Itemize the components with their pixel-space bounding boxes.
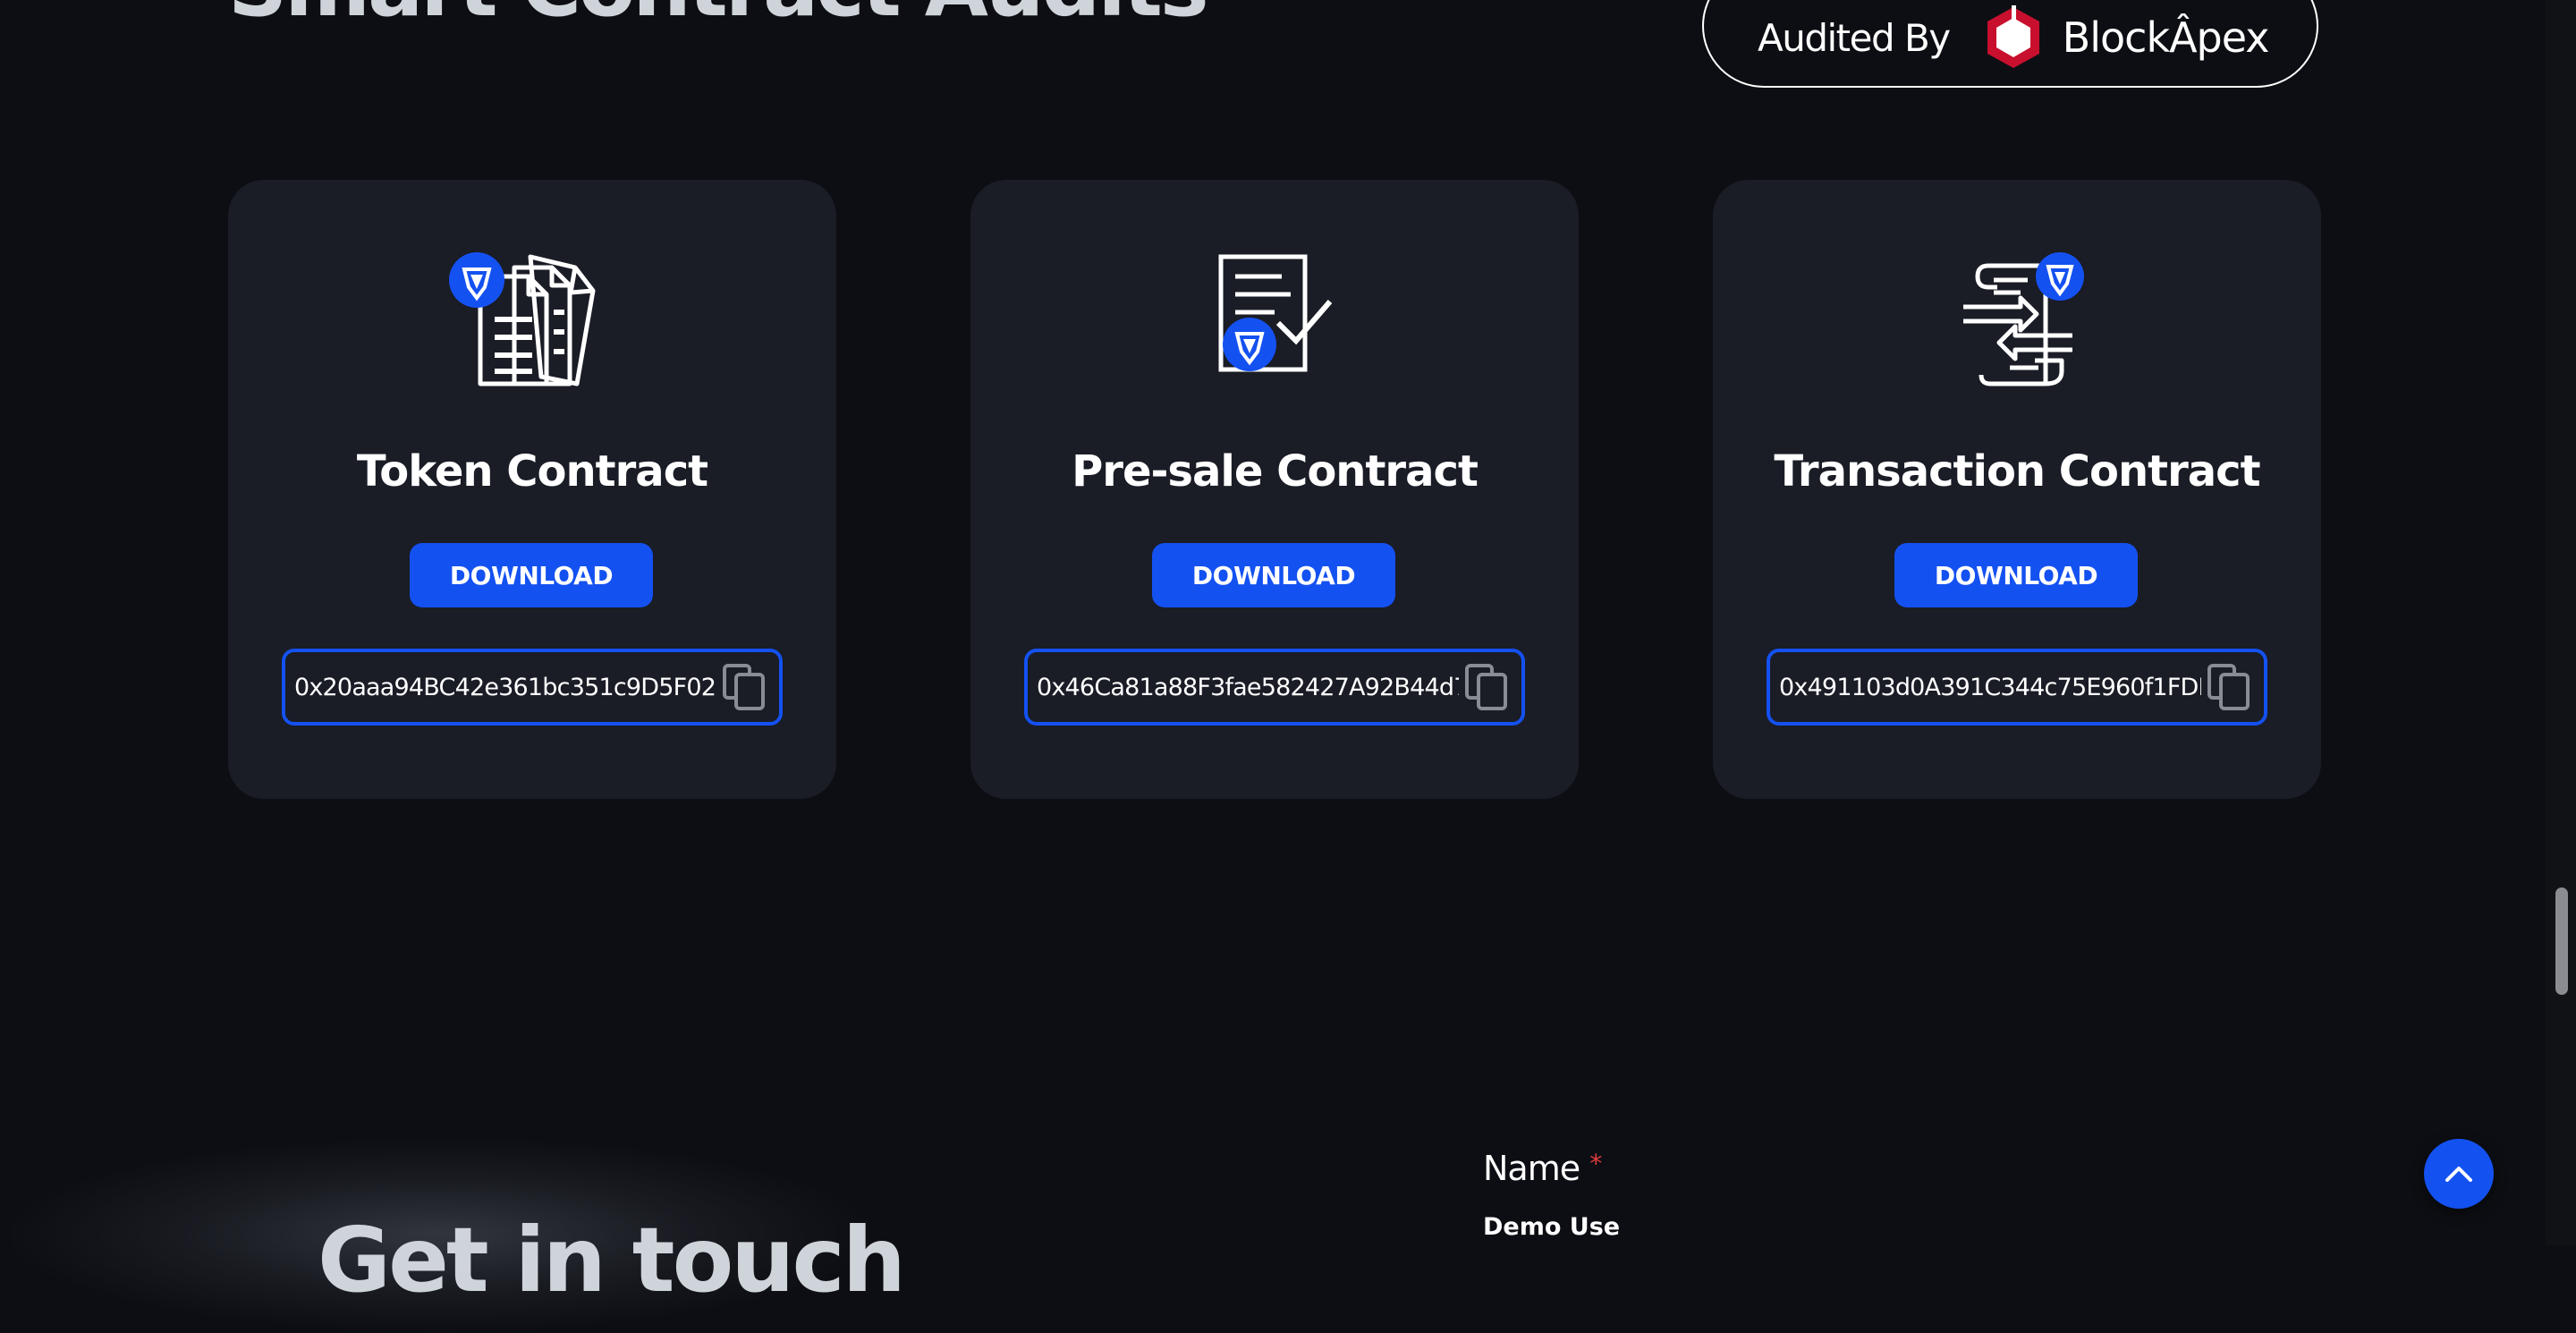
presale-contract-card: Pre-sale Contract DOWNLOAD 0x46Ca81a88F3… [970,180,1579,799]
token-contract-card: Token Contract DOWNLOAD 0x20aaa94BC42e36… [228,180,836,799]
transaction-contract-card: Transaction Contract DOWNLOAD 0x491103d0… [1713,180,2321,799]
scrollbar-thumb[interactable] [2555,887,2568,995]
copy-icon[interactable] [720,663,768,711]
chevron-up-icon [2445,1167,2472,1182]
download-button[interactable]: DOWNLOAD [1894,543,2138,607]
contract-address[interactable]: 0x491103d0A391C344c75E960f1FDFf94 [1779,674,2201,701]
transfer-scroll-shield-icon [1928,250,2106,393]
blockapex-logo: BlockÂpex [1986,5,2269,70]
section-title: Smart Contract Audits [228,0,1209,29]
audited-by-badge[interactable]: Audited By BlockÂpex [1702,0,2318,88]
contract-address-field[interactable]: 0x46Ca81a88F3fae582427A92B44d784E [1024,649,1525,726]
audited-by-label: Audited By [1758,15,1951,60]
copy-icon[interactable] [2205,663,2253,711]
blockapex-name: BlockÂpex [2062,13,2270,62]
name-input[interactable] [1483,1213,2020,1241]
card-title: Transaction Contract [1774,446,2260,497]
name-label-text: Name [1483,1149,1580,1188]
checklist-shield-icon [1185,250,1364,393]
card-title: Token Contract [356,446,708,497]
contract-address-field[interactable]: 0x20aaa94BC42e361bc351c9D5F023FC [282,649,783,726]
contract-address-field[interactable]: 0x491103d0A391C344c75E960f1FDFf94 [1767,649,2267,726]
required-asterisk: * [1589,1149,1602,1178]
contact-heading: Get in touch [318,1208,906,1312]
download-button[interactable]: DOWNLOAD [410,543,653,607]
contract-address[interactable]: 0x46Ca81a88F3fae582427A92B44d784E [1037,674,1459,701]
contract-address[interactable]: 0x20aaa94BC42e361bc351c9D5F023FC [294,674,716,701]
back-to-top-button[interactable] [2424,1139,2494,1209]
scrollbar-track[interactable] [2546,0,2576,1245]
download-button[interactable]: DOWNLOAD [1152,543,1395,607]
blockapex-mark-icon [1987,5,2039,68]
name-field-label: Name * [1483,1149,1602,1188]
copy-icon[interactable] [1462,663,1511,711]
card-title: Pre-sale Contract [1072,446,1479,497]
documents-shield-icon [443,250,622,393]
